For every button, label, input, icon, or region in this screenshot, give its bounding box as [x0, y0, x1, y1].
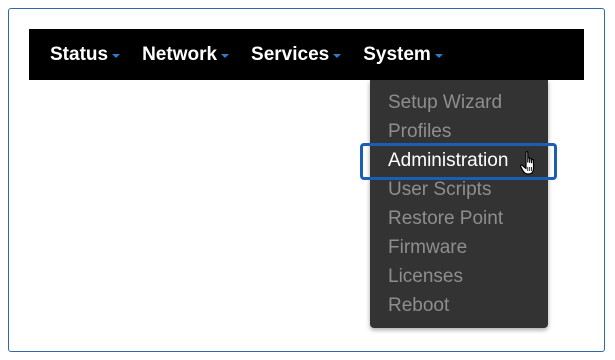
nav-network-label: Network	[142, 43, 218, 65]
nav-services[interactable]: Services	[251, 29, 342, 80]
menu-item-user-scripts[interactable]: User Scripts	[388, 175, 491, 204]
menu-item-reboot[interactable]: Reboot	[388, 291, 449, 320]
menu-item-administration[interactable]: Administration	[388, 146, 508, 175]
nav-system[interactable]: System	[363, 29, 443, 80]
caret-down-icon	[112, 54, 121, 58]
caret-down-icon	[333, 54, 342, 58]
menu-item-setup-wizard[interactable]: Setup Wizard	[388, 88, 502, 117]
nav-network[interactable]: Network	[142, 29, 230, 80]
nav-system-label: System	[363, 43, 431, 65]
caret-down-icon	[221, 54, 230, 58]
menu-item-licenses[interactable]: Licenses	[388, 262, 463, 291]
nav-status-label: Status	[50, 43, 109, 65]
caret-down-icon	[434, 54, 443, 58]
menu-item-restore-point[interactable]: Restore Point	[388, 204, 503, 233]
menu-item-profiles[interactable]: Profiles	[388, 117, 451, 146]
nav-status[interactable]: Status	[50, 29, 121, 80]
nav-services-label: Services	[251, 43, 330, 65]
top-navbar: Status Network Services System	[29, 29, 584, 80]
menu-item-firmware[interactable]: Firmware	[388, 233, 467, 262]
system-dropdown-menu: Setup Wizard Profiles Administration Use…	[370, 80, 548, 328]
hand-pointer-icon	[519, 151, 535, 175]
